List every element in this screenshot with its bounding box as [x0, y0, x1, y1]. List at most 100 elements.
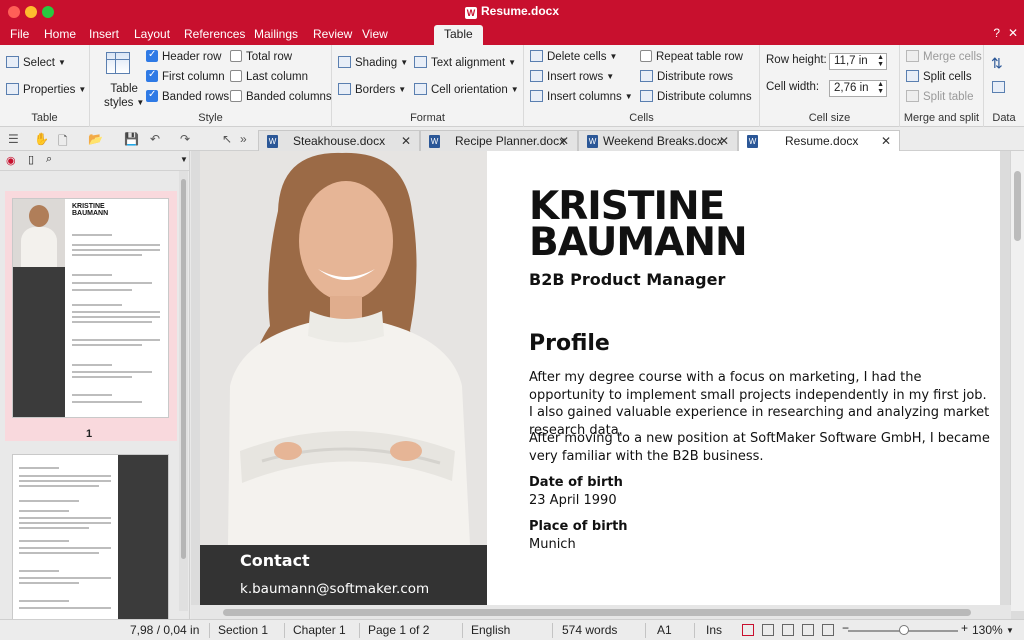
insert-mode[interactable]: Ins — [706, 623, 722, 637]
date-of-birth-label: Date of birth — [529, 475, 623, 490]
redo-icon[interactable]: ↷ — [180, 132, 190, 146]
sidebar-scrollbar[interactable] — [179, 171, 188, 611]
formula-button[interactable] — [992, 81, 1009, 94]
hamburger-menu-icon[interactable]: ☰ — [8, 132, 19, 146]
row-height-label: Row height: — [766, 54, 827, 66]
distribute-rows-icon — [640, 70, 653, 82]
insert-rows-button[interactable]: Insert rows ▼ — [530, 70, 614, 83]
cell-orientation-button[interactable]: Cell orientation ▼ — [414, 83, 519, 96]
menu-references[interactable]: References — [184, 27, 245, 41]
row-height-input[interactable]: 11,7 in ▲ ▼ — [829, 53, 887, 70]
window-title: W Resume.docx — [0, 4, 1024, 19]
language-indicator[interactable]: English — [471, 623, 510, 637]
close-tab-icon[interactable]: ✕ — [401, 134, 411, 148]
menu-review[interactable]: Review — [313, 27, 352, 41]
split-table-button[interactable]: Split table — [906, 90, 974, 103]
menu-layout[interactable]: Layout — [134, 27, 170, 41]
banded-rows-checkbox[interactable]: Banded rows — [146, 89, 229, 103]
pages-icon[interactable]: ▯ — [28, 153, 34, 166]
borders-icon — [338, 83, 351, 95]
shading-button[interactable]: Shading ▼ — [338, 56, 408, 69]
close-tab-icon[interactable]: ✕ — [559, 134, 569, 148]
distribute-rows-button[interactable]: Distribute rows — [640, 70, 733, 83]
hand-tool-icon[interactable]: ✋ — [34, 132, 49, 146]
total-row-checkbox[interactable]: Total row — [230, 50, 292, 63]
close-tab-icon[interactable]: ✕ — [881, 134, 891, 148]
zoom-dropdown-icon[interactable]: ▼ — [1006, 626, 1014, 635]
cell-width-input[interactable]: 2,76 in ▲ ▼ — [829, 80, 887, 97]
properties-button[interactable]: Properties ▼ — [6, 83, 86, 96]
navigator-icon[interactable]: ◉ — [6, 154, 16, 167]
master-view-icon[interactable] — [802, 624, 814, 636]
quick-toolbar: ☰ ✋ 🗋 📂 💾 ↶ ↷ ↖ » W Steakhouse.docx ✕ W Rec… — [0, 127, 1024, 151]
distribute-columns-button[interactable]: Distribute columns — [640, 90, 752, 103]
tab-recipe-planner[interactable]: W Recipe Planner.docx ✕ — [420, 130, 578, 151]
page-thumbnail-1[interactable]: KRISTINE BAUMANN — [12, 198, 169, 418]
text-alignment-button[interactable]: Text alignment ▼ — [414, 56, 516, 69]
contact-heading: Contact — [240, 551, 310, 570]
page-thumbnail-sidebar: ◉ ▯ ⌕ ▼ KRISTINE BAUMANN 1 — [0, 151, 190, 619]
delete-cells-button[interactable]: Delete cells ▼ — [530, 50, 617, 63]
resume-page[interactable]: Contact k.baumann@softmaker.com KRISTINE… — [200, 151, 1000, 611]
horizontal-scrollbar[interactable] — [191, 605, 1011, 619]
search-icon[interactable]: ⌕ — [46, 153, 52, 166]
borders-button[interactable]: Borders ▼ — [338, 83, 406, 96]
banded-columns-checkbox[interactable]: Banded columns — [230, 90, 332, 103]
group-cell-size: Row height: 11,7 in ▲ ▼ Cell width: 2,76 i… — [760, 45, 900, 127]
zoom-in-button[interactable]: + — [961, 621, 968, 635]
open-folder-icon[interactable]: 📂 — [88, 132, 103, 146]
last-column-checkbox[interactable]: Last column — [230, 70, 308, 83]
page-thumbnail-2[interactable] — [12, 454, 169, 619]
menu-table[interactable]: Table — [434, 25, 483, 45]
insert-columns-button[interactable]: Insert columns ▼ — [530, 90, 633, 103]
title-bar: W Resume.docx — [0, 0, 1024, 23]
page-view-icon[interactable] — [742, 624, 754, 636]
name-line-2: BAUMANN — [529, 220, 748, 265]
help-icon[interactable]: ? — [993, 26, 1000, 40]
repeat-table-row-checkbox[interactable]: Repeat table row — [640, 50, 743, 63]
tab-resume[interactable]: W Resume.docx ✕ — [738, 130, 900, 151]
book-view-icon[interactable] — [822, 624, 834, 636]
thumb-photo — [13, 199, 65, 267]
document-area: Contact k.baumann@softmaker.com KRISTINE… — [191, 151, 1024, 619]
zoom-out-button[interactable]: − — [842, 621, 849, 635]
menu-bar: File Home Insert Layout References Maili… — [0, 23, 1024, 45]
horizontal-scroll-thumb[interactable] — [223, 609, 971, 616]
menu-mailings[interactable]: Mailings — [254, 27, 298, 41]
tab-weekend-breaks[interactable]: W Weekend Breaks.docx ✕ — [578, 130, 738, 151]
vertical-scrollbar[interactable] — [1010, 151, 1024, 611]
select-icon — [6, 56, 19, 68]
split-cells-button[interactable]: Split cells — [906, 70, 972, 83]
word-doc-icon: W — [429, 135, 440, 148]
profile-heading: Profile — [529, 331, 610, 356]
zoom-slider-thumb[interactable] — [899, 625, 909, 635]
vertical-scroll-thumb[interactable] — [1014, 171, 1021, 241]
header-row-checkbox[interactable]: Header row — [146, 49, 221, 63]
select-button[interactable]: Select ▼ — [6, 56, 66, 69]
menu-insert[interactable]: Insert — [89, 27, 119, 41]
pointer-icon[interactable]: ↖ — [222, 132, 232, 146]
sidebar-dropdown-icon[interactable]: ▼ — [180, 155, 188, 164]
contact-email[interactable]: k.baumann@softmaker.com — [240, 581, 429, 597]
new-document-icon[interactable]: 🗋 — [58, 132, 68, 153]
cell-width-label: Cell width: — [766, 81, 820, 93]
menu-file[interactable]: File — [10, 27, 29, 41]
sidebar-scroll-thumb[interactable] — [181, 179, 186, 559]
outline-view-icon[interactable] — [762, 624, 774, 636]
sort-icon[interactable]: ⇅ — [991, 55, 1003, 72]
undo-icon[interactable]: ↶ — [150, 132, 160, 146]
first-column-checkbox[interactable]: First column — [146, 69, 225, 83]
draft-view-icon[interactable] — [782, 624, 794, 636]
save-icon[interactable]: 💾 — [124, 132, 139, 146]
tab-steakhouse[interactable]: W Steakhouse.docx ✕ — [258, 130, 420, 151]
cell-orientation-icon — [414, 83, 427, 95]
close-ribbon-icon[interactable]: ✕ — [1008, 26, 1018, 40]
close-tab-icon[interactable]: ✕ — [719, 134, 729, 148]
sidebar-toolbar: ◉ ▯ ⌕ ▼ — [0, 151, 189, 171]
menu-view[interactable]: View — [362, 27, 388, 41]
table-styles-button[interactable]: Table styles ▼ — [104, 83, 144, 110]
merge-cells-button[interactable]: Merge cells — [906, 50, 982, 63]
zoom-level[interactable]: 130% — [972, 623, 1003, 637]
menu-home[interactable]: Home — [44, 27, 76, 41]
more-tools-icon[interactable]: » — [240, 132, 247, 146]
